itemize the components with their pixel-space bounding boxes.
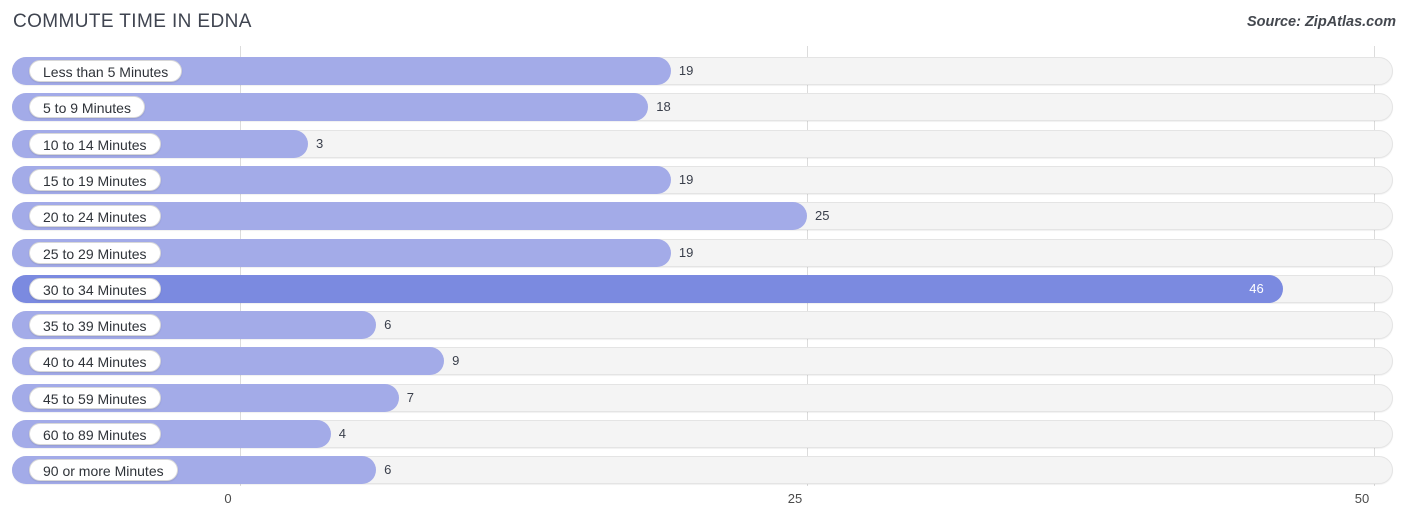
category-label: 90 or more Minutes [29,459,178,482]
chart-plot-area: 19 Less than 5 Minutes 18 5 to 9 Minutes 3 10… [0,46,1406,486]
bar-value-label: 46 [1249,280,1264,296]
bar-value-label: 25 [815,208,830,224]
bar-row[interactable]: 19 15 to 19 Minutes [12,165,1393,194]
bar-value-label: 6 [384,462,392,478]
bar-row[interactable]: 19 25 to 29 Minutes [12,238,1393,267]
category-label: 60 to 89 Minutes [29,423,161,445]
category-label: 5 to 9 Minutes [29,96,145,119]
bar-value-label: 4 [338,426,346,441]
bar-row[interactable]: 6 90 or more Minutes [12,456,1393,485]
category-label: 25 to 29 Minutes [29,241,161,264]
category-label: 35 to 39 Minutes [29,314,161,337]
source-attribution: Source: ZipAtlas.com [1246,14,1396,30]
x-tick-label: 50 [1354,491,1370,506]
page-title: COMMUTE TIME IN EDNA [13,11,252,32]
bar-row[interactable]: 9 40 to 44 Minutes [12,347,1393,376]
bar-fill [12,274,1284,303]
bar-value-label: 9 [452,353,460,369]
bar-value-label: 18 [656,99,671,115]
bar-row[interactable]: 25 20 to 24 Minutes [12,202,1393,231]
bar-value-label: 7 [406,389,414,405]
x-axis: 0 25 50 [0,486,1406,524]
bar-row[interactable]: 18 5 to 9 Minutes [12,93,1393,122]
bar-row[interactable]: 6 35 to 39 Minutes [12,311,1393,340]
chart-header: COMMUTE TIME IN EDNA Source: ZipAtlas.co… [0,0,1406,46]
bar-value-label: 19 [678,244,694,260]
category-label: Less than 5 Minutes [29,60,183,82]
bar-value-label: 6 [384,317,392,333]
bar-row[interactable]: 4 60 to 89 Minutes [12,420,1393,448]
category-label: 20 to 24 Minutes [29,205,161,228]
bar-row[interactable]: 3 10 to 14 Minutes [12,129,1393,158]
bar-row[interactable]: 19 Less than 5 Minutes [12,57,1393,85]
bar-row[interactable]: 7 45 to 59 Minutes [12,383,1393,412]
bar-value-label: 19 [678,63,694,78]
category-label: 10 to 14 Minutes [29,132,161,155]
x-tick-label: 25 [787,491,803,506]
category-label: 45 to 59 Minutes [29,386,161,409]
bar-row[interactable]: 46 30 to 34 Minutes [12,274,1393,303]
category-label: 40 to 44 Minutes [29,350,161,373]
category-label: 30 to 34 Minutes [29,277,161,300]
category-label: 15 to 19 Minutes [29,168,161,191]
bar-rows: 19 Less than 5 Minutes 18 5 to 9 Minutes 3 10… [0,46,1406,486]
bar-value-label: 3 [316,135,324,151]
x-tick-label: 0 [224,491,232,506]
bar-value-label: 19 [678,171,694,187]
